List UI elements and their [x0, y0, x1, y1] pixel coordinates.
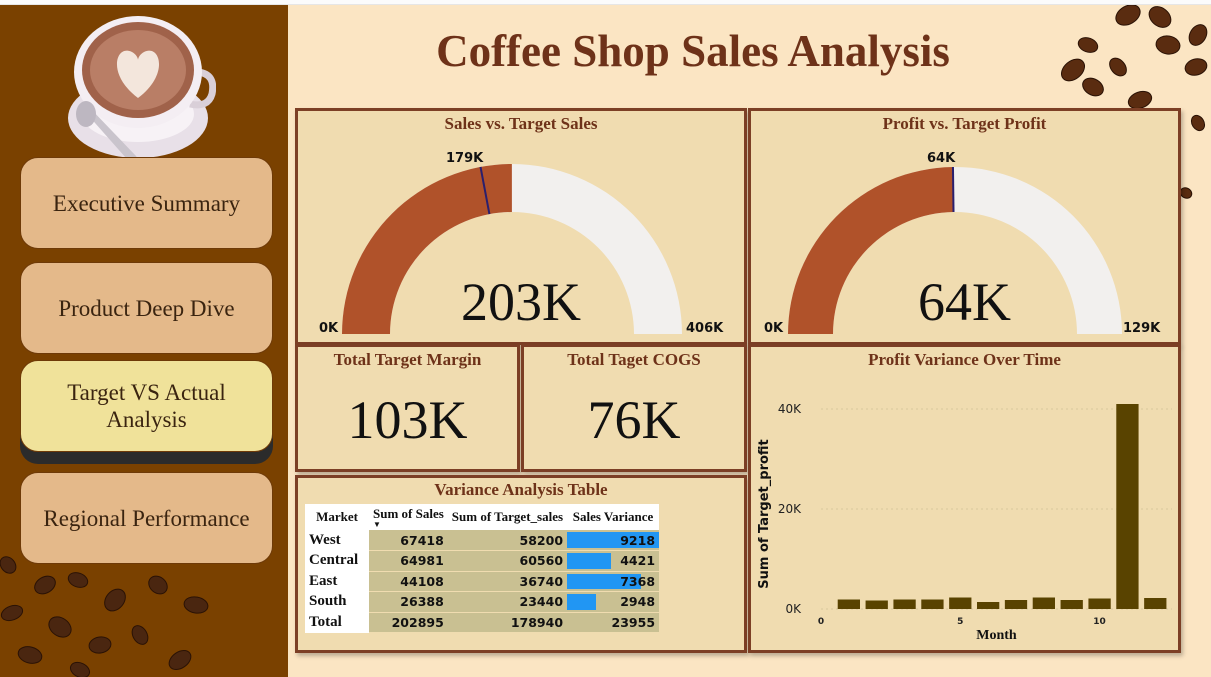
target-sales-cell: 60560 — [447, 550, 568, 572]
market-cell: Central — [305, 550, 369, 571]
profit-variance-chart-card: Profit Variance Over Time 0K 20K 40K 0 5 10 Mo… — [748, 344, 1181, 653]
bar — [977, 602, 1000, 609]
sales-cell: 26388 — [369, 591, 448, 613]
gauge-value: 64K — [918, 272, 1011, 332]
variance-cell: 2948 — [567, 591, 660, 613]
x-tick-label: 5 — [957, 617, 963, 627]
y-tick-label: 40K — [778, 402, 802, 416]
variance-value: 7368 — [620, 573, 656, 589]
target-sales-cell: 36740 — [447, 571, 568, 592]
gauge-target-label: 179K — [446, 151, 484, 166]
target-sales-cell: 58200 — [447, 530, 568, 551]
bar — [1144, 598, 1167, 609]
variance-table-title: Variance Analysis Table — [434, 480, 608, 499]
bar — [1060, 600, 1083, 609]
column-header-label: Sum of Sales — [373, 506, 444, 521]
gauge-value: 203K — [461, 272, 581, 332]
target-cogs-value: 76K — [587, 390, 681, 450]
table-row: South 26388 23440 2948 — [305, 591, 660, 613]
total-label: Total — [305, 612, 369, 633]
coffee-cup-image — [68, 16, 216, 162]
bar — [949, 597, 972, 609]
variance-table-card: Variance Analysis Table Market Sum of Sa… — [295, 475, 747, 653]
x-tick-label: 10 — [1093, 617, 1106, 627]
sales-gauge-card: Sales vs. Target Sales 179K 0K 406K 203K — [295, 108, 747, 345]
bar — [1116, 404, 1139, 609]
y-tick-label: 20K — [778, 502, 802, 516]
bar — [837, 599, 860, 609]
coffee-beans-image — [0, 556, 209, 677]
table-row: Central 64981 60560 4421 — [305, 550, 660, 572]
market-cell: West — [305, 530, 369, 551]
market-cell: South — [305, 591, 369, 612]
nav-product-deep-dive[interactable]: Product Deep Dive — [20, 262, 273, 354]
bar — [1088, 598, 1111, 609]
bar — [893, 599, 916, 609]
main-area: Coffee Shop Sales Analysis Sales vs. Tar… — [288, 5, 1211, 677]
x-axis-title: Month — [976, 628, 1017, 643]
variance-cell: 4421 — [567, 550, 660, 572]
total-sales: 202895 — [369, 612, 448, 633]
target-marker — [951, 167, 955, 213]
variance-value: 9218 — [620, 532, 656, 548]
variance-table: Market Sum of Sales ▼ Sum of Target_sale… — [305, 504, 660, 633]
sales-cell: 64981 — [369, 550, 448, 572]
variance-cell: 7368 — [567, 571, 660, 592]
bar — [865, 600, 888, 609]
target-margin-title: Total Target Margin — [333, 350, 482, 369]
profit-gauge-card: Profit vs. Target Profit 64K 0K 129K 64K — [748, 108, 1181, 345]
table-row: East 44108 36740 7368 — [305, 571, 660, 592]
variance-value: 4421 — [620, 553, 656, 569]
target-margin-card: Total Target Margin 103K — [295, 344, 520, 472]
sales-cell: 67418 — [369, 530, 448, 551]
bar — [921, 599, 944, 609]
nav-target-vs-actual[interactable]: Target VS Actual Analysis — [20, 360, 273, 452]
column-header-sum-of-sales[interactable]: Sum of Sales ▼ — [369, 504, 448, 530]
table-total-row: Total 202895 178940 23955 — [305, 612, 660, 633]
variance-bar — [567, 553, 612, 569]
total-target-sales: 178940 — [447, 612, 568, 633]
bar — [1004, 600, 1028, 609]
gauge-target-label: 64K — [927, 151, 956, 166]
market-cell: East — [305, 571, 369, 592]
target-cogs-title: Total Taget COGS — [567, 350, 701, 369]
column-header-market[interactable]: Market — [305, 504, 369, 530]
sort-desc-icon: ▼ — [373, 520, 381, 529]
table-header-row: Market Sum of Sales ▼ Sum of Target_sale… — [305, 504, 660, 530]
total-variance: 23955 — [567, 612, 660, 633]
page-title: Coffee Shop Sales Analysis — [436, 26, 950, 76]
sidebar: Executive Summary Product Deep Dive Targ… — [0, 5, 288, 677]
column-header-sales-variance[interactable]: Sales Variance — [567, 504, 660, 530]
nav-executive-summary[interactable]: Executive Summary — [20, 157, 273, 249]
column-header-sum-of-target-sales[interactable]: Sum of Target_sales — [447, 504, 568, 530]
profit-variance-chart: 0K 20K 40K 0 5 10 Month Sum of Target_profit — [757, 402, 1172, 643]
y-axis-title: Sum of Target_profit — [757, 439, 772, 589]
bar — [1032, 597, 1055, 609]
target-cogs-card: Total Taget COGS 76K — [521, 344, 747, 472]
variance-cell: 9218 — [567, 530, 660, 551]
x-tick-label: 0 — [818, 617, 824, 627]
variance-bar — [567, 594, 597, 610]
sales-cell: 44108 — [369, 571, 448, 592]
variance-value: 2948 — [620, 594, 656, 610]
table-row: West 67418 58200 9218 — [305, 530, 660, 551]
target-margin-value: 103K — [347, 390, 468, 450]
y-tick-label: 0K — [785, 602, 802, 616]
target-sales-cell: 23440 — [447, 591, 568, 613]
